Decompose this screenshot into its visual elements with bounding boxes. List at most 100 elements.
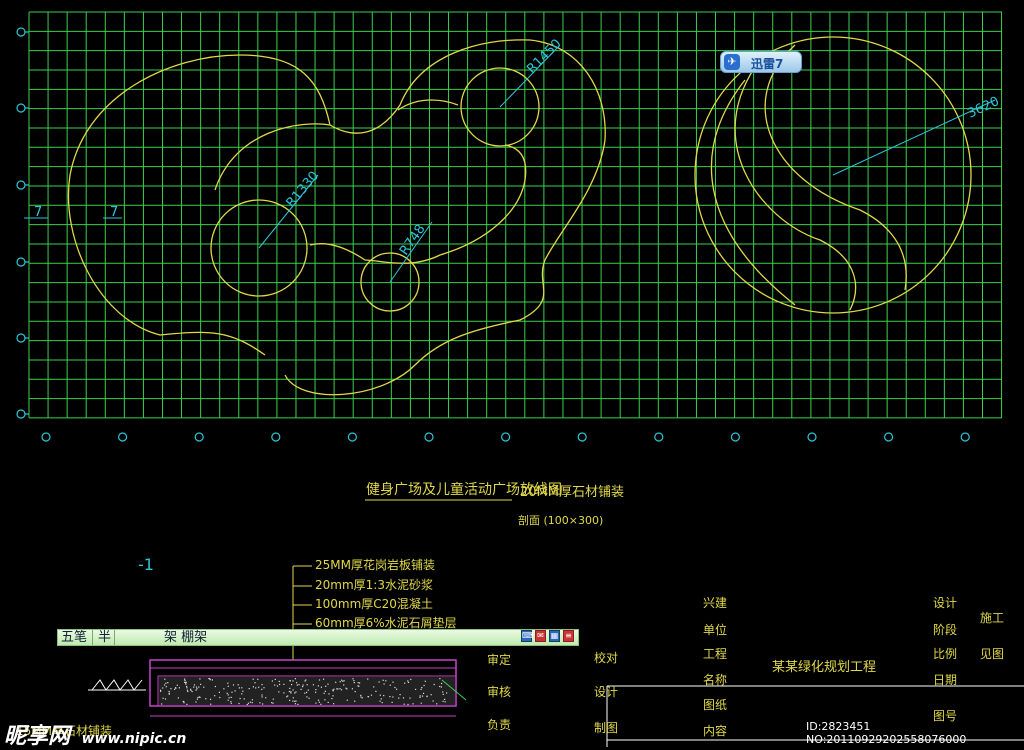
aggregate-speck (165, 686, 167, 688)
aggregate-speck (333, 688, 335, 690)
aggregate-speck (196, 698, 198, 700)
xunlei-popup[interactable]: ✈ 迅雷7 (720, 51, 802, 73)
aggregate-speck (296, 684, 298, 686)
aggregate-speck (241, 687, 243, 689)
aggregate-speck (165, 682, 167, 684)
axis-bubble-row (16, 409, 26, 419)
aggregate-speck (196, 688, 198, 690)
aggregate-speck (271, 680, 273, 682)
aggregate-speck (185, 681, 187, 683)
aggregate-speck (276, 685, 279, 687)
aggregate-speck (315, 689, 317, 691)
tb-mid-b-0: 兴建 (703, 596, 727, 610)
aggregate-speck (272, 702, 274, 704)
aggregate-speck (195, 701, 197, 703)
aggregate-speck (320, 686, 322, 688)
aggregate-speck (327, 683, 329, 685)
aggregate-speck (218, 691, 220, 693)
aggregate-speck (442, 700, 444, 702)
aggregate-speck (186, 685, 188, 688)
aggregate-speck (258, 686, 260, 688)
bird-icon: ✈ (724, 54, 740, 70)
aggregate-speck (186, 689, 189, 691)
aggregate-speck (243, 698, 245, 700)
aggregate-speck (318, 701, 320, 703)
aggregate-speck (259, 702, 261, 704)
aggregate-speck (227, 694, 229, 696)
aggregate-speck (214, 695, 216, 697)
aggregate-speck (190, 688, 192, 690)
axis-bubble-col (271, 432, 281, 442)
tb-mid-b-5: 内容 (703, 723, 727, 738)
aggregate-speck (294, 703, 296, 705)
aggregate-speck (343, 684, 345, 686)
aggregate-speck (274, 684, 276, 686)
ime-separator (114, 630, 115, 645)
aggregate-speck (424, 680, 426, 682)
aggregate-speck (261, 688, 263, 690)
aggregate-speck (317, 685, 319, 687)
aggregate-speck (426, 696, 428, 698)
aggregate-speck (351, 688, 353, 690)
aggregate-speck (195, 689, 197, 691)
aggregate-speck (162, 697, 164, 699)
aggregate-speck (352, 678, 354, 680)
aggregate-speck (246, 704, 248, 706)
tb-mid-a-0: 校对 (594, 650, 618, 665)
aggregate-speck (184, 678, 186, 680)
aggregate-speck (278, 691, 280, 693)
aggregate-speck (394, 686, 396, 689)
aggregate-speck (323, 692, 325, 694)
axis-bubble-col (117, 432, 128, 442)
aggregate-speck (439, 685, 441, 688)
axis-bubble-col (577, 432, 587, 442)
aggregate-speck (327, 701, 329, 703)
aggregate-speck (306, 696, 308, 698)
aggregate-speck (211, 679, 213, 681)
aggregate-speck (223, 688, 225, 690)
axis-bubble-row (16, 333, 26, 343)
aggregate-speck (420, 702, 422, 704)
watermark-brand: 昵享网 www.nipic.cn (4, 718, 186, 750)
aggregate-speck (415, 688, 417, 690)
aggregate-speck (234, 690, 236, 692)
aggregate-speck (209, 678, 211, 680)
axis-bubble-col (501, 432, 511, 442)
aggregate-speck (170, 688, 172, 690)
aggregate-speck (248, 688, 250, 690)
aggregate-speck (271, 702, 273, 704)
aggregate-speck (167, 682, 169, 684)
aggregate-speck (291, 684, 293, 686)
aggregate-speck (336, 688, 338, 690)
aggregate-speck (292, 689, 294, 691)
aggregate-speck (289, 699, 291, 701)
aggregate-speck (193, 686, 195, 688)
aggregate-speck (290, 691, 292, 693)
mail-icon[interactable]: ✉ (535, 630, 546, 642)
dim-3620: 3620 (965, 94, 1001, 122)
aggregate-speck (238, 702, 240, 705)
aggregate-speck (306, 691, 308, 693)
menu-icon[interactable]: ≡ (563, 630, 574, 642)
aggregate-speck (306, 684, 308, 686)
aggregate-speck (439, 678, 441, 680)
ime-width[interactable]: 半 (98, 630, 111, 646)
aggregate-speck (430, 694, 432, 696)
ime-candidates[interactable]: 架 棚架 (164, 630, 207, 646)
ime-mode[interactable]: 五笔 (61, 630, 87, 646)
ime-toolbar[interactable]: 五笔 半 架 棚架 ⌨ ✉ ▦ ≡ (57, 629, 579, 646)
aggregate-speck (346, 699, 348, 701)
aggregate-speck (295, 700, 297, 702)
layer-3: 100mm厚C20混凝土 (315, 596, 433, 611)
tb-right-a-2: 比例 (933, 647, 957, 661)
aggregate-speck (442, 691, 444, 693)
aggregate-speck (289, 687, 291, 689)
grid-icon[interactable]: ▦ (549, 630, 560, 642)
watermark-brand-name: 昵享网 (4, 724, 71, 749)
keyboard-icon[interactable]: ⌨ (521, 630, 534, 642)
aggregate-speck (440, 686, 442, 688)
aggregate-speck (168, 690, 170, 693)
aggregate-speck (403, 703, 405, 705)
aggregate-speck (360, 696, 362, 698)
aggregate-speck (289, 680, 291, 682)
